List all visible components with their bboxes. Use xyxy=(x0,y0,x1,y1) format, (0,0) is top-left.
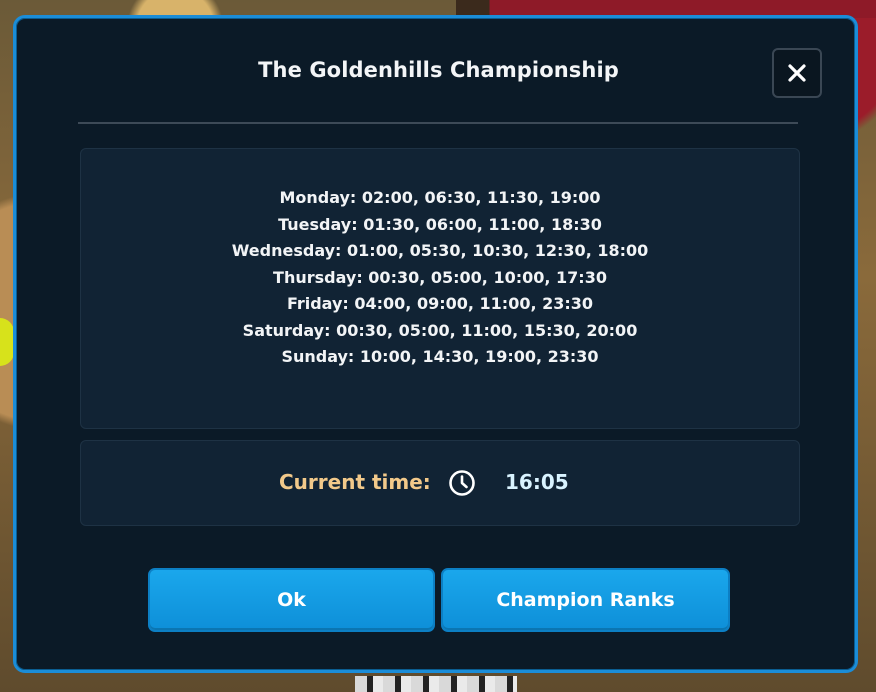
championship-dialog: The Goldenhills Championship Monday: 02:… xyxy=(13,15,858,673)
schedule-row-tuesday: Tuesday: 01:30, 06:00, 11:00, 18:30 xyxy=(278,214,602,234)
current-time-label: Current time: xyxy=(279,470,431,494)
background-leaf xyxy=(0,318,14,366)
schedule-list: Monday: 02:00, 06:30, 11:30, 19:00 Tuesd… xyxy=(81,185,799,371)
schedule-row-friday: Friday: 04:00, 09:00, 11:00, 23:30 xyxy=(286,294,594,313)
schedule-row-wednesday: Wednesday: 01:00, 05:30, 10:30, 12:30, 1… xyxy=(231,241,649,260)
background-character xyxy=(355,676,517,692)
title-divider xyxy=(78,122,798,124)
dialog-title: The Goldenhills Championship xyxy=(258,58,619,82)
close-button[interactable] xyxy=(772,48,822,98)
schedule-panel: Monday: 02:00, 06:30, 11:30, 19:00 Tuesd… xyxy=(80,148,800,429)
close-icon xyxy=(788,64,806,82)
champion-ranks-button[interactable]: Champion Ranks xyxy=(441,568,730,632)
schedule-row-saturday: Saturday: 00:30, 05:00, 11:00, 15:30, 20… xyxy=(242,320,638,340)
schedule-row-sunday: Sunday: 10:00, 14:30, 19:00, 23:30 xyxy=(281,347,599,366)
current-time-value: 16:05 xyxy=(505,470,569,494)
schedule-row-monday: Monday: 02:00, 06:30, 11:30, 19:00 xyxy=(279,188,601,207)
current-time-panel: Current time: 16:05 xyxy=(80,440,800,526)
clock-icon xyxy=(449,470,475,496)
ok-button[interactable]: Ok xyxy=(148,568,435,632)
schedule-row-thursday: Thursday: 00:30, 05:00, 10:00, 17:30 xyxy=(273,267,607,287)
